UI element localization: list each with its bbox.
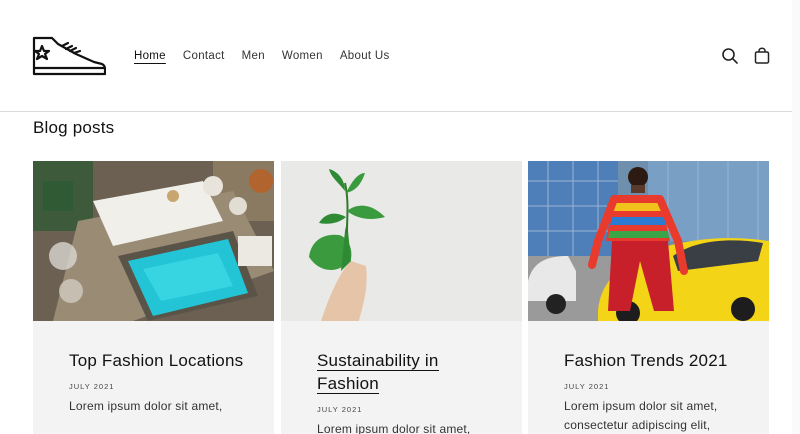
nav-contact-link[interactable]: Contact: [183, 48, 225, 64]
post-excerpt: Lorem ipsum dolor sit amet, consectetur …: [564, 399, 718, 432]
hand-holding-plant-photo[interactable]: [281, 161, 522, 321]
sneaker-logo-icon[interactable]: [32, 34, 106, 78]
search-icon[interactable]: [720, 46, 740, 66]
blog-card[interactable]: Fashion Trends 2021 JULY 2021 Lorem ipsu…: [528, 161, 769, 434]
main-nav: Home Contact Men Women About Us: [134, 48, 407, 64]
nav-women-link[interactable]: Women: [282, 48, 323, 64]
post-title[interactable]: Sustainability in Fashion: [317, 349, 497, 395]
blog-card[interactable]: Sustainability in Fashion JULY 2021 Lore…: [281, 161, 522, 434]
section-title: Blog posts: [33, 118, 115, 137]
woman-yellow-car-photo[interactable]: [528, 161, 769, 321]
nav-home-link[interactable]: Home: [134, 48, 166, 64]
nav-men-link[interactable]: Men: [242, 48, 265, 64]
blog-card[interactable]: Top Fashion Locations JULY 2021 Lorem ip…: [33, 161, 274, 434]
post-title[interactable]: Top Fashion Locations: [69, 349, 249, 372]
nav-about-us-link[interactable]: About Us: [340, 48, 390, 64]
post-title-text[interactable]: Sustainability in Fashion: [317, 351, 439, 394]
site-header: Home Contact Men Women About Us: [0, 0, 800, 112]
post-excerpt: Lorem ipsum dolor sit amet,: [69, 399, 223, 413]
post-date: JULY 2021: [564, 382, 610, 391]
shopping-bag-icon[interactable]: [752, 46, 772, 66]
post-excerpt: Lorem ipsum dolor sit amet,: [317, 422, 471, 434]
scrollbar[interactable]: [792, 0, 800, 434]
post-date: JULY 2021: [317, 405, 363, 414]
pool-aerial-photo[interactable]: [33, 161, 274, 321]
post-date: JULY 2021: [69, 382, 115, 391]
post-title[interactable]: Fashion Trends 2021: [564, 349, 744, 372]
